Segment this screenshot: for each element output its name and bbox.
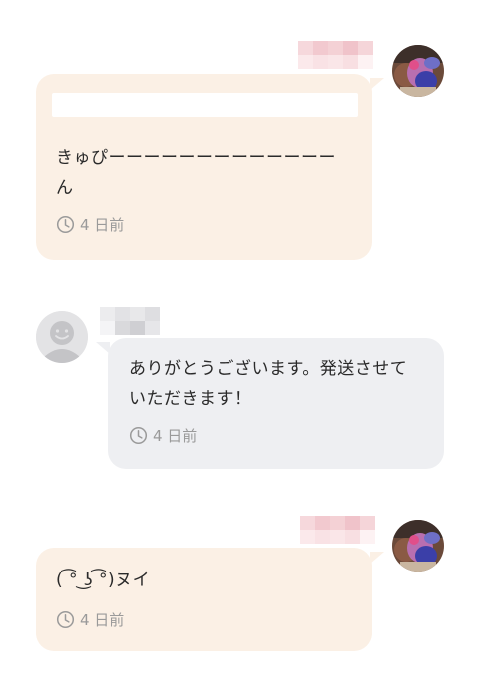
message-text-line1: きゅぴーーーーーーーーーーーーー (56, 148, 336, 168)
timestamp: 4 日前 (56, 609, 124, 630)
bubble-tail (370, 552, 384, 564)
clock-icon (56, 610, 75, 629)
message-text-line2: ん (56, 178, 74, 198)
default-avatar[interactable] (36, 311, 88, 363)
username-blurred (100, 307, 160, 321)
message-text-line1: ありがとうございます。発送させて (129, 359, 408, 379)
timestamp-label: 4 日前 (153, 427, 198, 445)
timestamp-label: 4 日前 (80, 216, 125, 234)
username-blurred (298, 41, 373, 55)
username-blurred (300, 516, 375, 530)
message-text-line2: いただきます！ (129, 389, 252, 409)
clock-icon (56, 215, 75, 234)
clock-icon (129, 426, 148, 445)
message-text-line1: ( ͡° ͜ʖ ͡°)ヌイ (56, 570, 151, 590)
user-avatar[interactable] (392, 45, 444, 97)
bubble-tail (370, 78, 384, 90)
user-avatar[interactable] (392, 520, 444, 572)
timestamp-label: 4 日前 (80, 611, 125, 629)
message-bubble-mine (36, 548, 372, 651)
person-silhouette-icon (36, 311, 88, 363)
timestamp: 4 日前 (56, 214, 124, 235)
redacted-text-block (52, 93, 358, 117)
timestamp: 4 日前 (129, 425, 197, 446)
bubble-tail (96, 342, 110, 354)
